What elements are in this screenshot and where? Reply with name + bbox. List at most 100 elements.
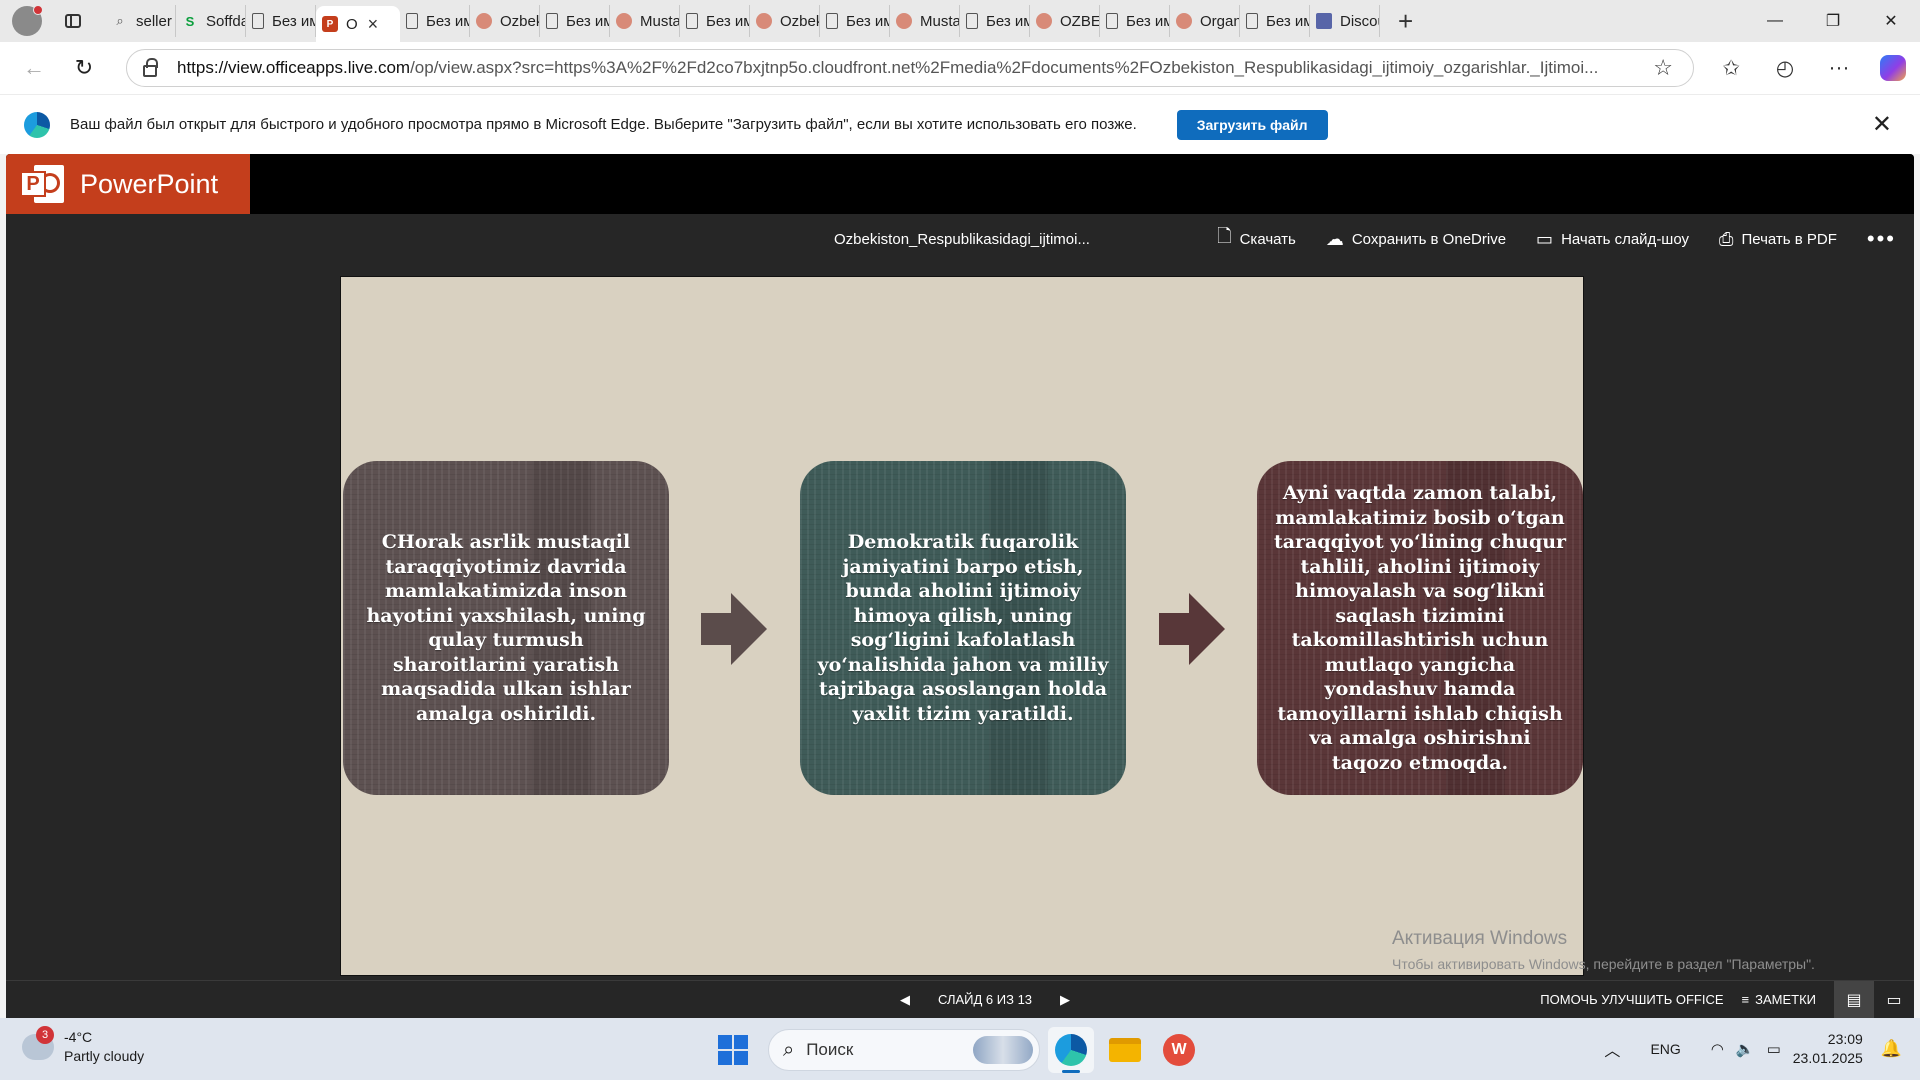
reading-view-icon[interactable]: ▤ <box>1834 980 1874 1018</box>
tab-label: O <box>346 15 358 33</box>
file-explorer-icon[interactable] <box>1102 1027 1148 1073</box>
clock[interactable]: 23:09 23.01.2025 <box>1793 1030 1863 1068</box>
arrow-right-icon <box>1159 593 1225 665</box>
tab-label: Без им <box>272 12 316 30</box>
notes-label: ЗАМЕТКИ <box>1755 992 1816 1007</box>
url-host: https://view.officeapps.live.com <box>177 58 411 77</box>
slide-counter: СЛАЙД 6 ИЗ 13 <box>938 992 1033 1007</box>
url-text[interactable]: https://view.officeapps.live.com/op/view… <box>177 58 1617 78</box>
app-header: P PowerPoint <box>6 154 1914 214</box>
window-controls: — ❐ ✕ <box>1746 0 1920 42</box>
edge-logo-icon <box>24 111 50 138</box>
powerpoint-brand[interactable]: P PowerPoint <box>6 154 250 214</box>
taskbar-search[interactable]: ⌕ Поиск <box>768 1029 1040 1071</box>
wps-office-icon[interactable]: W <box>1156 1027 1202 1073</box>
browser-tab[interactable]: Без им <box>400 5 470 37</box>
copilot-icon[interactable] <box>1880 55 1906 81</box>
start-slideshow-button[interactable]: ▭ Начать слайд-шоу <box>1536 229 1689 250</box>
search-highlight-image <box>973 1036 1033 1064</box>
browser-tab[interactable]: Без им <box>680 5 750 37</box>
favorite-star-icon[interactable]: ☆ <box>1653 55 1673 81</box>
tab-label: Без им <box>566 12 610 30</box>
browser-tab[interactable]: S Soffda <box>176 5 246 37</box>
notes-button[interactable]: ≡ ЗАМЕТКИ <box>1742 992 1816 1007</box>
print-pdf-button[interactable]: ⎙ Печать в PDF <box>1719 229 1837 250</box>
browser-tab[interactable]: Organ <box>1170 5 1240 37</box>
soffda-icon: S <box>185 13 195 29</box>
back-button[interactable]: ← <box>14 48 54 88</box>
lock-icon[interactable] <box>143 58 158 77</box>
address-bar[interactable]: https://view.officeapps.live.com/op/view… <box>126 49 1694 87</box>
document-title: Ozbekiston_Respublikasidagi_ijtimoi... <box>834 230 1090 248</box>
presentation-icon <box>896 13 912 29</box>
download-label: Скачать <box>1239 230 1296 248</box>
tab-actions-button[interactable] <box>56 6 90 36</box>
browser-tab[interactable]: Discou <box>1310 5 1380 37</box>
document-icon <box>686 13 698 29</box>
download-file-button[interactable]: Загрузить файл <box>1176 109 1328 140</box>
text-card-2: Demokratik fuqarolik jamiyatini barpo et… <box>800 461 1126 795</box>
input-language[interactable]: ENG <box>1650 1041 1680 1057</box>
browser-tab[interactable]: Ozbek <box>470 5 540 37</box>
browser-tab[interactable]: Musta <box>610 5 680 37</box>
document-icon <box>406 13 418 29</box>
tab-label: seller s <box>136 12 175 30</box>
favorites-icon[interactable]: ✩ <box>1704 56 1758 81</box>
close-infobar-icon[interactable]: ✕ <box>1872 110 1892 139</box>
show-hidden-icons-chevron-icon[interactable]: ︿ <box>1604 1037 1620 1061</box>
profile-avatar[interactable] <box>12 5 43 36</box>
clock-date: 23.01.2025 <box>1792 1050 1863 1066</box>
edge-taskbar-icon[interactable] <box>1048 1027 1094 1073</box>
weather-widget[interactable]: 3 -4°C Partly cloudy <box>22 1026 145 1066</box>
browser-tab[interactable]: Без им <box>246 5 316 37</box>
next-slide-icon[interactable]: ▶ <box>1060 992 1070 1008</box>
viewer-status-bar: ◀ СЛАЙД 6 ИЗ 13 ▶ ПОМОЧЬ УЛУЧШИТЬ OFFICE… <box>6 980 1914 1018</box>
tab-label: Musta <box>640 12 680 30</box>
battery-icon: ▭ <box>1766 1041 1781 1058</box>
powerpoint-logo-icon: P <box>20 163 64 205</box>
browser-tab[interactable]: Ozbek <box>750 5 820 37</box>
history-icon[interactable]: ◴ <box>1758 56 1812 81</box>
slideshow-view-icon[interactable]: ▭ <box>1874 981 1914 1019</box>
new-tab-button[interactable]: + <box>1398 6 1413 37</box>
printer-icon: ⎙ <box>1719 228 1734 249</box>
tray-status-icons[interactable]: ◠ 🔈 ▭ <box>1711 1040 1793 1058</box>
refresh-button[interactable]: ↻ <box>64 48 104 88</box>
close-window-button[interactable]: ✕ <box>1862 0 1920 42</box>
weather-badge: 3 <box>36 1026 54 1044</box>
start-menu-icon[interactable] <box>718 1035 748 1065</box>
tab-strip: ⌕ seller s S Soffda Без им PO × Без им Ozbek Без … <box>0 0 1920 42</box>
more-menu-icon[interactable]: ··· <box>1812 56 1866 80</box>
minimize-button[interactable]: — <box>1746 0 1804 42</box>
notes-icon: ≡ <box>1741 992 1750 1007</box>
volume-icon: 🔈 <box>1735 1041 1755 1058</box>
more-options-icon[interactable]: ••• <box>1867 226 1896 252</box>
slideshow-icon: ▭ <box>1536 228 1554 249</box>
previous-slide-icon[interactable]: ◀ <box>900 992 910 1008</box>
card-2-text: Demokratik fuqarolik jamiyatini barpo et… <box>817 531 1109 725</box>
browser-tab[interactable]: Musta <box>890 5 960 37</box>
slide-pager: ◀ СЛАЙД 6 ИЗ 13 ▶ <box>872 992 1098 1008</box>
browser-tab[interactable]: Без им <box>540 5 610 37</box>
card-1-text: CHorak asrlik mustaqil taraqqiyotimiz da… <box>366 531 646 725</box>
restore-button[interactable]: ❐ <box>1804 0 1862 42</box>
close-tab-icon[interactable]: × <box>368 14 379 35</box>
arrow-right-icon <box>701 593 767 665</box>
browser-tab[interactable]: Без им <box>960 5 1030 37</box>
weather-condition: Partly cloudy <box>64 1048 145 1064</box>
save-onedrive-button[interactable]: ☁ Сохранить в OneDrive <box>1326 229 1506 250</box>
browser-tab[interactable]: OZBEK <box>1030 5 1100 37</box>
browser-tab[interactable]: P O × <box>316 6 400 42</box>
help-improve-office-link[interactable]: ПОМОЧЬ УЛУЧШИТЬ OFFICE <box>1540 992 1723 1007</box>
text-card-1: CHorak asrlik mustaqil taraqqiyotimiz da… <box>343 461 669 795</box>
download-button[interactable]: 🗋 Скачать <box>1217 224 1296 254</box>
browser-tab[interactable]: ⌕ seller s <box>106 5 176 37</box>
browser-tab[interactable]: Без им <box>1100 5 1170 37</box>
tab-label: Ozbek <box>500 12 540 30</box>
document-icon <box>1246 13 1258 29</box>
browser-tab[interactable]: Без им <box>1240 5 1310 37</box>
browser-tab[interactable]: Без им <box>820 5 890 37</box>
clock-time: 23:09 <box>1827 1031 1863 1047</box>
notifications-bell-icon[interactable]: 🔔 <box>1881 1039 1902 1059</box>
wifi-icon: ◠ <box>1710 1041 1724 1058</box>
